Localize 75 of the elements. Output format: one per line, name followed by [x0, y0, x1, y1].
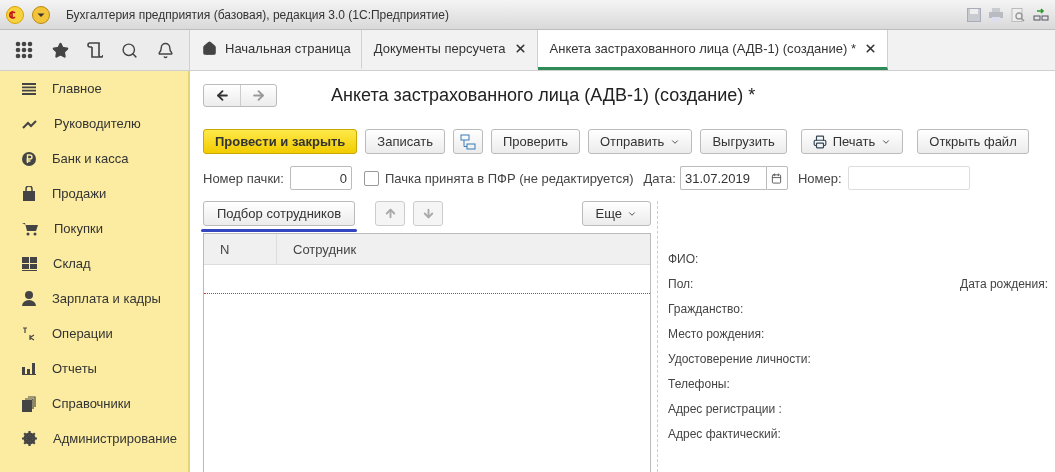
sidebar-item[interactable]: Банк и касса — [0, 141, 188, 176]
more-button[interactable]: Еще — [581, 201, 651, 226]
trend-icon — [22, 118, 38, 129]
detail-label: Гражданство: — [668, 301, 744, 316]
gear-icon — [22, 431, 37, 446]
detail-label: Пол: — [668, 276, 694, 291]
form-title: Анкета застрахованного лица (АДВ-1) (создание) * — [331, 85, 756, 106]
sidebar-item[interactable]: Администрирование — [0, 421, 188, 456]
sidebar-item[interactable]: Покупки — [0, 211, 188, 246]
sidebar-item[interactable]: Операции — [0, 316, 188, 351]
column-header[interactable]: N — [204, 234, 277, 264]
bar-chart-icon — [22, 362, 36, 375]
move-up-button[interactable] — [375, 201, 406, 226]
close-icon[interactable] — [864, 42, 877, 55]
bag-icon — [22, 186, 36, 201]
detail-label: Телефоны: — [668, 376, 730, 391]
sidebar-item[interactable]: Руководителю — [0, 106, 188, 141]
list-icon — [22, 82, 36, 95]
sidebar-item[interactable]: Склад — [0, 246, 188, 281]
sidebar-item[interactable]: Справочники — [0, 386, 188, 421]
field-label: Номер: — [797, 170, 842, 186]
window-title: Бухгалтерия предприятия (базовая), редакция 3.0 (1С:Предприятие) — [66, 7, 449, 22]
detail-label: Адрес фактический: — [668, 426, 781, 441]
arrow-right-icon — [251, 88, 266, 103]
search-icon[interactable] — [121, 41, 139, 59]
star-icon[interactable] — [51, 41, 69, 59]
dropdown-button[interactable]: Отправить — [587, 129, 693, 154]
logo-icon — [6, 5, 24, 24]
grid-icon — [22, 256, 37, 271]
person-icon — [22, 291, 36, 306]
close-icon[interactable] — [513, 42, 527, 55]
bell-icon[interactable] — [156, 41, 174, 59]
date-field[interactable]: 31.07.2019 — [679, 166, 766, 190]
field-label: Дата: — [643, 170, 676, 186]
calendar-button[interactable] — [765, 166, 788, 190]
checkbox-label: Пачка принята в ПФР (не редактируется) — [384, 170, 634, 186]
detail-label: Место рождения: — [668, 326, 765, 341]
history-icon[interactable] — [86, 41, 103, 59]
detail-label: ФИО: — [668, 251, 699, 266]
arrow-up-icon — [383, 207, 397, 220]
books-icon — [22, 395, 36, 412]
sidebar-item[interactable]: Зарплата и кадры — [0, 281, 188, 316]
calendar-icon — [771, 172, 783, 184]
detail-label: Адрес регистрации : — [668, 401, 782, 416]
menu-dropdown-icon[interactable] — [32, 5, 50, 24]
toolbar-button[interactable]: Открыть файл — [917, 129, 1029, 154]
detail-label: Дата рождения: — [960, 276, 1048, 291]
link-icon[interactable] — [1033, 7, 1049, 22]
column-header[interactable]: Сотрудник — [277, 234, 650, 264]
checkbox[interactable] — [363, 170, 379, 186]
ruble-icon — [22, 151, 36, 166]
pick-employees-button[interactable]: Подбор сотрудников — [203, 201, 356, 226]
sidebar-item[interactable]: Главное — [0, 71, 188, 106]
home-icon — [202, 41, 217, 56]
apps-grid-icon[interactable] — [15, 41, 34, 59]
tab[interactable]: Анкета застрахованного лица (АДВ-1) (создание) * — [537, 30, 888, 70]
sidebar-item[interactable]: Продажи — [0, 176, 188, 211]
toolbar-button[interactable]: Выгрузить — [700, 129, 787, 154]
field-label: Номер пачки: — [203, 170, 284, 186]
input-field[interactable]: 0 — [289, 166, 352, 190]
detail-label: Удостоверение личности: — [668, 351, 811, 366]
preview-icon[interactable] — [1011, 7, 1025, 22]
printer-icon — [812, 134, 827, 149]
hierarchy-icon — [459, 133, 476, 150]
move-down-button[interactable] — [413, 201, 444, 226]
input-field[interactable] — [847, 166, 970, 190]
print-button[interactable]: Печать — [800, 129, 904, 154]
save-icon[interactable] — [967, 7, 981, 22]
arrow-down-icon — [421, 207, 435, 220]
cart-icon — [22, 221, 38, 236]
sidebar-item[interactable]: Отчеты — [0, 351, 188, 386]
toolbar-button[interactable]: Провести и закрыть — [203, 129, 358, 154]
toolbar-button[interactable]: Записать — [365, 129, 445, 154]
structure-button[interactable] — [452, 129, 483, 154]
toolbar-button[interactable]: Проверить — [490, 129, 580, 154]
